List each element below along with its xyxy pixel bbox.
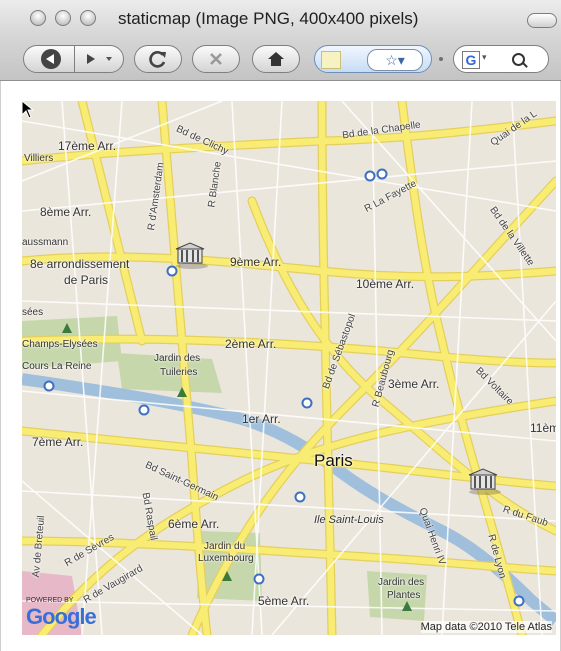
- map-label: 6ème Arr.: [168, 517, 220, 531]
- monument-icon: [468, 468, 501, 495]
- search-engine-dropdown-icon[interactable]: ▾: [482, 52, 487, 63]
- reload-icon: [149, 51, 166, 68]
- google-logo[interactable]: POWERED BY Google: [26, 597, 97, 630]
- powered-by-label: POWERED BY: [26, 597, 74, 604]
- monument-icon: [175, 242, 208, 269]
- star-icon: ☆▾: [385, 51, 405, 68]
- map-label: Jardin du: [204, 541, 246, 552]
- map-label: Ile Saint-Louis: [314, 514, 384, 526]
- map-label-paris: Paris: [314, 451, 353, 470]
- back-arrow-icon: [41, 49, 61, 69]
- metro-icon: [364, 170, 376, 182]
- metro-icon: [253, 573, 265, 585]
- map-label: Plantes: [387, 590, 421, 601]
- window-title: staticmap (Image PNG, 400x400 pixels): [118, 9, 419, 28]
- map-label: Villiers: [24, 153, 54, 164]
- stop-icon: [210, 53, 222, 65]
- map-label: Tuileries: [160, 367, 198, 378]
- page-favicon: [321, 51, 341, 69]
- mouse-cursor-icon: [22, 101, 34, 119]
- magnifier-icon: [512, 53, 525, 66]
- map-label: Cours La Reine: [22, 361, 92, 372]
- map-graphics: [22, 101, 556, 635]
- map-label: 3ème Arr.: [388, 377, 440, 391]
- map-label: 1er Arr.: [242, 412, 281, 426]
- toolbar-separator: [439, 57, 443, 61]
- map-label: 8ème Arr.: [40, 205, 92, 219]
- bookmark-star-button[interactable]: ☆▾: [367, 49, 423, 71]
- address-bar[interactable]: ☆▾: [314, 45, 432, 73]
- title-bar: staticmap (Image PNG, 400x400 pixels) ☆▾…: [0, 0, 561, 81]
- forward-arrow-icon: [87, 54, 112, 64]
- zoom-window-button[interactable]: [80, 10, 96, 26]
- map-label: Jardin des: [378, 577, 425, 588]
- metro-icon: [376, 168, 388, 180]
- home-button[interactable]: [252, 45, 300, 73]
- map-label: 17ème Arr.: [58, 139, 117, 153]
- home-icon: [268, 52, 284, 66]
- map-label: 7ème Arr.: [32, 435, 84, 449]
- map-label: sées: [22, 307, 44, 318]
- monument-marker-8e[interactable]: [172, 241, 208, 269]
- back-button[interactable]: [23, 45, 75, 73]
- reload-button[interactable]: [134, 45, 182, 73]
- map-label: 8e arrondissement: [30, 257, 130, 271]
- map-label: 11èm: [530, 421, 556, 435]
- map-label: 2ème Arr.: [225, 337, 277, 351]
- map-label: 9ème Arr.: [230, 255, 282, 269]
- map-label: Luxembourg: [198, 553, 254, 564]
- metro-icon: [513, 595, 525, 607]
- browser-window: staticmap (Image PNG, 400x400 pixels) ☆▾…: [0, 0, 561, 651]
- map-label: 10ème Arr.: [356, 277, 415, 291]
- map-copyright: Map data ©2010 Tele Atlas: [420, 621, 552, 633]
- static-map-image[interactable]: 17ème Arr. Villiers Bd de Clichy Bd de l…: [22, 101, 556, 635]
- toolbar-toggle-button[interactable]: [527, 13, 557, 28]
- map-label: Champs-Elysées: [22, 339, 98, 350]
- google-search-engine-icon[interactable]: G: [462, 51, 480, 69]
- search-field[interactable]: G ▾: [453, 45, 549, 73]
- map-label: aussmann: [22, 237, 69, 248]
- metro-icon: [301, 397, 313, 409]
- map-label: de Paris: [64, 273, 109, 287]
- monument-marker-11e[interactable]: [465, 467, 501, 495]
- stop-button[interactable]: [192, 45, 240, 73]
- metro-icon: [43, 380, 55, 392]
- google-wordmark: Google: [26, 604, 97, 629]
- minimize-window-button[interactable]: [55, 10, 71, 26]
- map-label: Jardin des: [154, 353, 201, 364]
- metro-icon: [294, 491, 306, 503]
- forward-button[interactable]: [74, 45, 124, 73]
- metro-icon: [138, 404, 150, 416]
- close-window-button[interactable]: [30, 10, 46, 26]
- map-label: 5ème Arr.: [258, 594, 310, 608]
